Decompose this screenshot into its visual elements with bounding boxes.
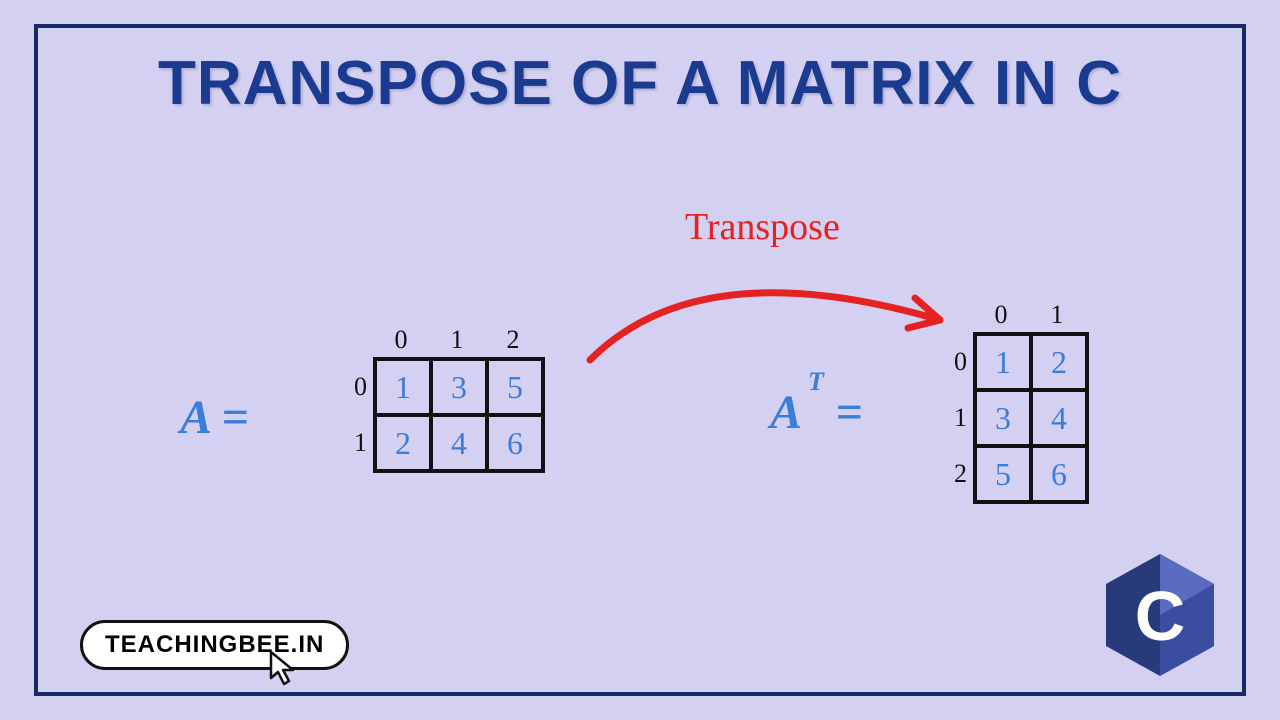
col-header: 1 (1029, 300, 1085, 330)
svg-text:C: C (1135, 577, 1186, 655)
row-header: 0 (945, 334, 967, 390)
matrix-cell: 2 (1031, 334, 1087, 390)
equation-left-label: A = (180, 390, 249, 445)
cursor-icon (265, 648, 303, 692)
matrix-a: 0 1 2 0 1 1 3 5 2 4 6 (345, 325, 545, 473)
website-badge: TEACHINGBEE.IN (80, 620, 349, 670)
equals-sign: = (835, 386, 862, 439)
matrix-cell: 3 (975, 390, 1031, 446)
row-header: 2 (945, 446, 967, 502)
table-row: 2 4 6 (375, 415, 543, 471)
table-row: 3 4 (975, 390, 1087, 446)
transpose-superscript: T (808, 367, 824, 397)
row-header: 1 (945, 390, 967, 446)
matrix-a-grid: 1 3 5 2 4 6 (373, 357, 545, 473)
matrix-cell: 5 (975, 446, 1031, 502)
matrix-cell: 1 (975, 334, 1031, 390)
table-row: 5 6 (975, 446, 1087, 502)
matrix-cell: 4 (1031, 390, 1087, 446)
col-header: 0 (973, 300, 1029, 330)
col-header: 1 (429, 325, 485, 355)
matrix-cell: 1 (375, 359, 431, 415)
row-header: 1 (345, 415, 367, 471)
matrix-cell: 4 (431, 415, 487, 471)
matrix-cell: 5 (487, 359, 543, 415)
col-header: 0 (373, 325, 429, 355)
matrix-cell: 6 (487, 415, 543, 471)
equation-right-label: A T = (770, 385, 863, 440)
matrix-a-col-headers: 0 1 2 (373, 325, 545, 355)
arrow-icon (580, 240, 980, 380)
matrix-a-row-headers: 0 1 (345, 359, 367, 471)
c-language-logo-icon: C (1100, 550, 1220, 680)
col-header: 2 (485, 325, 541, 355)
page-title: TRANSPOSE OF A MATRIX IN C (0, 48, 1280, 119)
matrix-at-col-headers: 0 1 (973, 300, 1089, 330)
matrix-cell: 3 (431, 359, 487, 415)
matrix-a-transpose: 0 1 0 1 2 1 2 3 4 5 6 (945, 300, 1089, 504)
row-header: 0 (345, 359, 367, 415)
matrix-at-grid: 1 2 3 4 5 6 (973, 332, 1089, 504)
a-transpose-letter: A (770, 386, 799, 439)
table-row: 1 2 (975, 334, 1087, 390)
matrix-cell: 6 (1031, 446, 1087, 502)
table-row: 1 3 5 (375, 359, 543, 415)
matrix-at-row-headers: 0 1 2 (945, 334, 967, 502)
matrix-cell: 2 (375, 415, 431, 471)
